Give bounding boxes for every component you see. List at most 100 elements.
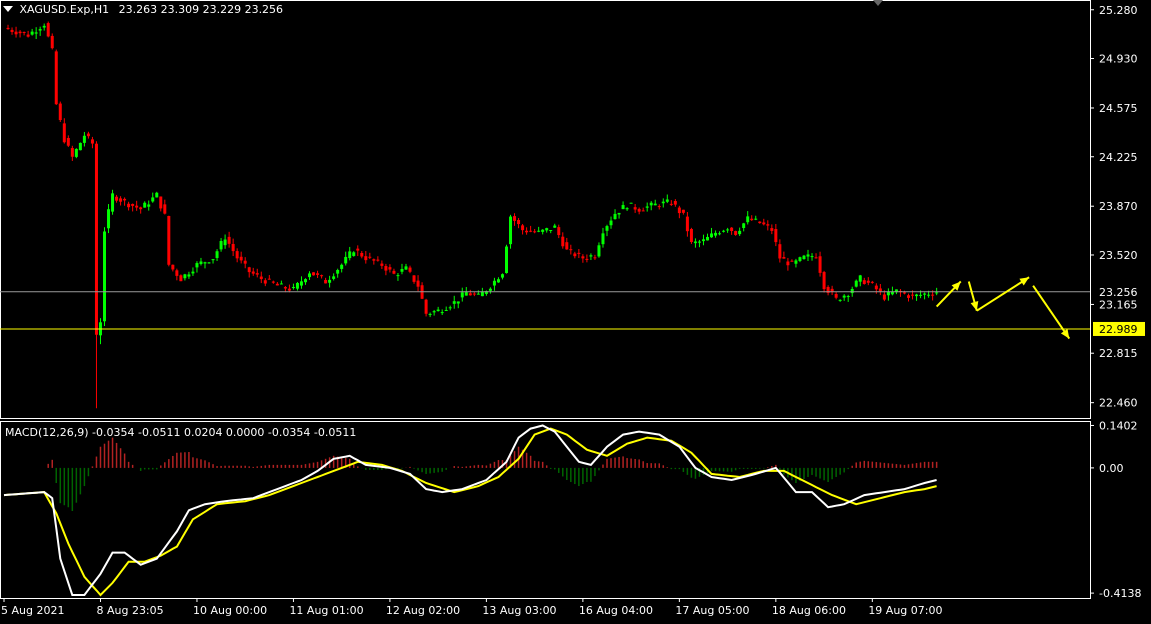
candle-body [509, 216, 513, 245]
price-axis[interactable]: 25.280 24.930 24.575 24.225 23.870 23.520 23.1… [1090, 4, 1148, 410]
candle-body [340, 264, 344, 269]
candle-body [74, 148, 78, 157]
candle-body [661, 201, 665, 204]
candle-body [802, 255, 806, 260]
candle-body [299, 281, 303, 286]
candle-body [710, 233, 714, 238]
candle-body [207, 262, 211, 264]
candle-body [86, 133, 90, 137]
candle-body [271, 281, 275, 283]
candle-body [175, 270, 179, 276]
candle-body [533, 231, 537, 233]
candle-body [806, 254, 810, 257]
candle-body [874, 285, 878, 290]
candle-body [235, 251, 239, 259]
candle-body [521, 225, 525, 231]
candle-body [621, 205, 625, 210]
candle-body [356, 248, 360, 251]
candle-body [609, 220, 613, 226]
candle-body [30, 31, 34, 35]
candle-body [585, 258, 589, 260]
candle-body [135, 205, 139, 208]
candle-body [179, 275, 183, 282]
candle-body [34, 32, 38, 34]
chart-canvas[interactable]: 25.280 24.930 24.575 24.225 23.870 23.520 23.1… [0, 0, 1151, 620]
candle-body [718, 233, 722, 235]
current-price-label: 23.256 [1099, 286, 1138, 299]
candle-body [814, 257, 818, 259]
candle-body [139, 207, 143, 210]
candle-body [693, 241, 697, 244]
candle-body [581, 256, 585, 259]
candle-body [862, 280, 866, 284]
candle-body [870, 281, 874, 283]
candle-body [243, 260, 247, 264]
candle-body [392, 270, 396, 274]
candle-body [758, 221, 762, 224]
candle-body [677, 207, 681, 214]
candle-body [10, 29, 14, 32]
macd-tick-label: 0.1402 [1099, 419, 1138, 432]
candle-body [605, 226, 609, 231]
chart-window[interactable]: 25.280 24.930 24.575 24.225 23.870 23.520 23.1… [0, 0, 1151, 620]
price-pane[interactable] [0, 21, 1090, 409]
candle-body [786, 261, 790, 266]
candle-body [239, 256, 243, 261]
candle-body [167, 215, 171, 265]
candle-body [219, 241, 223, 250]
candle-body [111, 193, 115, 212]
candle-body [762, 222, 766, 225]
candle-body [778, 244, 782, 259]
candle-body [291, 286, 295, 288]
candle-body [38, 29, 42, 31]
candle-body [685, 216, 689, 232]
candle-body [66, 137, 70, 146]
candle-body [199, 261, 203, 264]
candle-body [834, 294, 838, 298]
candle-body [689, 228, 693, 243]
candle-body [597, 245, 601, 257]
macd-pane[interactable] [3, 424, 938, 597]
candle-body [380, 263, 384, 266]
candle-body [911, 294, 915, 296]
price-tick-label: 22.815 [1099, 347, 1138, 360]
candle-body [681, 209, 685, 213]
candle-body [372, 259, 376, 261]
candle-body [754, 218, 758, 220]
candle-body [577, 252, 581, 254]
macd-axis[interactable]: 0.1402 0.00 -0.4138 [1090, 419, 1141, 600]
candle-body [798, 257, 802, 261]
candle-body [171, 264, 175, 270]
candle-body [488, 288, 492, 291]
candle-body [195, 263, 199, 268]
candle-body [750, 218, 754, 221]
candle-body [312, 272, 316, 276]
candle-body [424, 299, 428, 314]
candle-body [123, 198, 127, 201]
candle-body [537, 230, 541, 232]
candle-body [653, 203, 657, 206]
candle-body [320, 275, 324, 277]
candle-body [665, 199, 669, 202]
candle-body [211, 259, 215, 261]
candle-body [472, 293, 476, 295]
candle-body [163, 204, 167, 214]
triangle-down-icon[interactable] [3, 6, 13, 12]
time-tick-label: 17 Aug 05:00 [675, 604, 749, 617]
candle-body [878, 288, 882, 292]
candle-body [529, 230, 533, 232]
candle-body [127, 203, 131, 208]
candle-body [416, 280, 420, 287]
candle-body [255, 273, 259, 275]
candle-body [223, 239, 227, 246]
candle-body [476, 293, 480, 295]
candle-body [151, 197, 155, 202]
time-axis[interactable]: 5 Aug 2021 8 Aug 23:05 10 Aug 00:00 11 Aug … [1, 598, 942, 617]
price-tick-label: 24.225 [1099, 151, 1138, 164]
candle-body [838, 299, 842, 301]
candle-body [589, 255, 593, 257]
candle-body [376, 259, 380, 261]
candle-body [641, 210, 645, 212]
candle-body [794, 260, 798, 264]
candle-body [58, 103, 62, 121]
